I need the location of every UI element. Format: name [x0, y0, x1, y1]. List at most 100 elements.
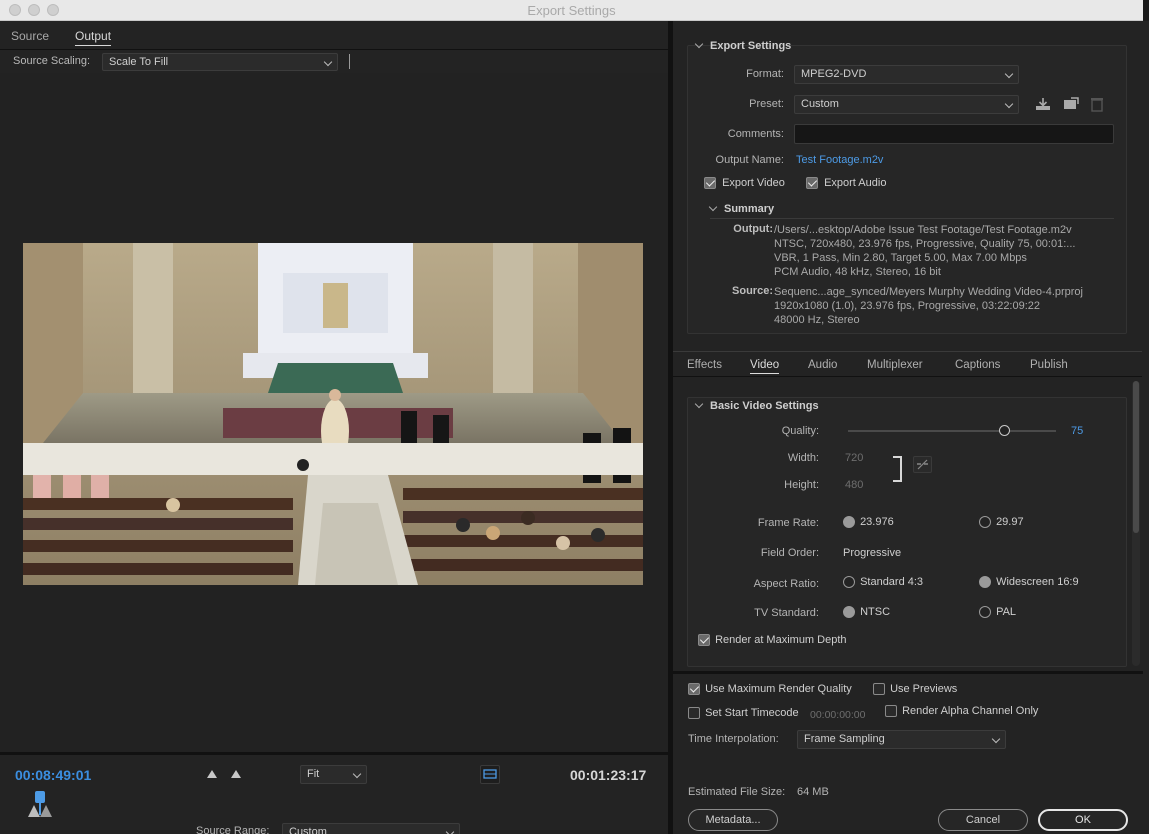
- radio-icon: [979, 576, 991, 589]
- quality-value[interactable]: 75: [1071, 425, 1083, 437]
- metadata-button[interactable]: Metadata...: [688, 809, 778, 831]
- quality-slider-knob[interactable]: [999, 425, 1010, 436]
- tab-multiplexer[interactable]: Multiplexer: [867, 359, 923, 371]
- ok-button[interactable]: OK: [1038, 809, 1128, 831]
- tab-publish[interactable]: Publish: [1030, 359, 1068, 371]
- estimated-size-value: 64 MB: [797, 786, 829, 798]
- zoom-value: Fit: [307, 768, 320, 780]
- render-alpha-label: Render Alpha Channel Only: [902, 705, 1039, 717]
- current-timecode[interactable]: 00:08:49:01: [15, 767, 91, 783]
- radio-icon: [979, 606, 991, 619]
- aspect-ratio-option-2[interactable]: Widescreen 16:9: [979, 576, 1079, 589]
- checkbox-icon: [688, 683, 700, 696]
- start-timecode-field[interactable]: 00:00:00:00: [810, 709, 865, 721]
- in-point-marker[interactable]: [28, 805, 40, 817]
- save-preset-icon[interactable]: [1034, 96, 1052, 112]
- render-alpha-checkbox[interactable]: Render Alpha Channel Only: [885, 705, 1039, 718]
- title-bar: Export Settings: [0, 0, 1143, 21]
- playback-bar: 00:08:49:01 Fit 00:01:23:17 Source Range…: [0, 752, 668, 834]
- tv-standard-option-2[interactable]: PAL: [979, 606, 1016, 619]
- video-preview-frame: [23, 243, 643, 585]
- link-bracket: [893, 456, 902, 482]
- tab-video[interactable]: Video: [750, 359, 780, 374]
- duration-timecode: 00:01:23:17: [570, 767, 647, 783]
- quality-slider-track[interactable]: [848, 425, 1056, 436]
- width-label: Width:: [787, 452, 819, 464]
- aspect-ratio-option-1[interactable]: Standard 4:3: [843, 576, 923, 589]
- chevron-down-icon: [1004, 69, 1014, 79]
- tab-audio[interactable]: Audio: [808, 359, 837, 371]
- frame-rate-option-label: 23.976: [860, 516, 894, 528]
- chevron-down-icon: [323, 57, 333, 67]
- format-dropdown[interactable]: MPEG2-DVD: [794, 65, 1019, 84]
- render-max-depth-label: Render at Maximum Depth: [715, 634, 847, 646]
- cancel-button[interactable]: Cancel: [938, 809, 1028, 831]
- aspect-ratio-icon: [483, 769, 497, 779]
- summary-header[interactable]: Summary: [708, 202, 775, 215]
- export-video-checkbox[interactable]: Export Video: [704, 177, 785, 190]
- out-point-marker[interactable]: [40, 805, 52, 817]
- tv-standard-option-label: NTSC: [860, 606, 891, 618]
- preset-label: Preset:: [749, 98, 784, 110]
- comments-input[interactable]: [794, 124, 1114, 144]
- import-preset-icon[interactable]: [1062, 96, 1080, 112]
- output-name-label: Output Name:: [715, 154, 784, 166]
- tv-standard-label: TV Standard:: [754, 607, 819, 619]
- tab-output[interactable]: Output: [75, 29, 112, 46]
- church-scene-image: [23, 243, 643, 585]
- checkbox-icon: [806, 177, 818, 190]
- tabs-top-line: [673, 351, 1142, 352]
- preset-dropdown[interactable]: Custom: [794, 95, 1019, 114]
- source-range-dropdown[interactable]: Custom: [282, 823, 460, 834]
- frame-rate-option-label: 29.97: [996, 516, 1024, 528]
- section-title: Export Settings: [710, 40, 792, 52]
- aspect-correction-button[interactable]: [480, 765, 500, 784]
- source-scaling-label: Source Scaling:: [13, 55, 91, 67]
- tv-standard-option-1[interactable]: NTSC: [843, 606, 891, 619]
- delete-preset-icon[interactable]: [1090, 96, 1104, 112]
- estimated-size-label: Estimated File Size:: [688, 786, 786, 798]
- set-out-point-icon[interactable]: [231, 770, 241, 778]
- tab-captions[interactable]: Captions: [955, 359, 1000, 371]
- tabs-bottom-line: [673, 376, 1142, 377]
- summary-output-line: NTSC, 720x480, 23.976 fps, Progressive, …: [774, 238, 1076, 250]
- source-scaling-dropdown[interactable]: Scale To Fill: [102, 53, 338, 71]
- radio-icon: [843, 576, 855, 589]
- zoom-dropdown[interactable]: Fit: [300, 765, 367, 784]
- settings-scrollbar[interactable]: [1132, 381, 1140, 666]
- window-title: Export Settings: [527, 3, 616, 18]
- crop-toggle[interactable]: [349, 54, 350, 69]
- use-previews-checkbox[interactable]: Use Previews: [873, 683, 957, 696]
- tab-source[interactable]: Source: [11, 29, 49, 43]
- frame-rate-option-1[interactable]: 23.976: [843, 516, 894, 529]
- set-start-timecode-checkbox[interactable]: Set Start Timecode: [688, 707, 799, 720]
- output-name-link[interactable]: Test Footage.m2v: [796, 154, 883, 166]
- checkbox-icon: [688, 707, 700, 720]
- use-max-render-quality-checkbox[interactable]: Use Maximum Render Quality: [688, 683, 852, 696]
- collapse-icon: [694, 399, 704, 409]
- preset-value: Custom: [801, 98, 839, 110]
- export-audio-checkbox[interactable]: Export Audio: [806, 177, 886, 190]
- checkbox-icon: [704, 177, 716, 190]
- chevron-down-icon: [445, 827, 455, 834]
- export-settings-header[interactable]: Export Settings: [694, 39, 896, 52]
- frame-rate-label: Frame Rate:: [757, 517, 819, 529]
- summary-source-text: Sequenc...age_synced/Meyers Murphy Weddi…: [774, 285, 1083, 327]
- frame-rate-option-2[interactable]: 29.97: [979, 516, 1024, 529]
- summary-title: Summary: [724, 203, 775, 215]
- summary-output-text: /Users/...esktop/Adobe Issue Test Footag…: [774, 223, 1075, 279]
- height-value: 480: [845, 479, 864, 491]
- render-max-depth-checkbox[interactable]: Render at Maximum Depth: [698, 634, 847, 647]
- constrain-proportions-button[interactable]: [913, 456, 932, 473]
- chevron-down-icon: [991, 734, 1001, 744]
- section-title: Basic Video Settings: [710, 400, 819, 412]
- set-in-point-icon[interactable]: [207, 770, 217, 778]
- scrollbar-thumb[interactable]: [1133, 381, 1139, 533]
- comments-label: Comments:: [727, 128, 784, 140]
- radio-icon: [843, 606, 855, 619]
- radio-icon: [843, 516, 855, 529]
- tab-effects[interactable]: Effects: [687, 359, 722, 371]
- collapse-icon: [708, 202, 718, 212]
- basic-video-header[interactable]: Basic Video Settings: [694, 399, 896, 412]
- time-interpolation-dropdown[interactable]: Frame Sampling: [797, 730, 1006, 749]
